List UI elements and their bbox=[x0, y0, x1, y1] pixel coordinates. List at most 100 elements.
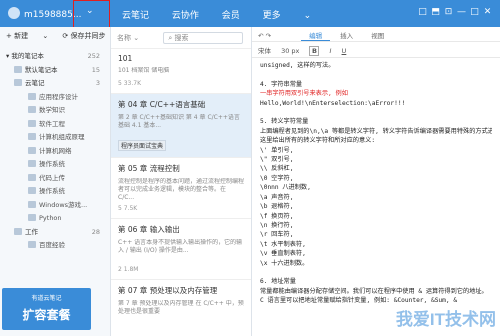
list-item[interactable]: 101 101 档案馆 储电脑 5 33.7K bbox=[111, 49, 251, 94]
tree-item[interactable]: 代码上传 bbox=[0, 172, 110, 186]
nav-membership[interactable]: 会员 bbox=[222, 8, 240, 21]
note-title: 101 bbox=[118, 54, 133, 63]
search-input[interactable]: ⌕ 搜索 bbox=[163, 32, 244, 44]
editor-content[interactable]: unsigned, 这样的写法。 4. 字符串常量一串字符用双引号来表示, 例如… bbox=[252, 58, 500, 309]
folder-icon bbox=[14, 65, 22, 73]
editor-line: 这里给出所有的转义字符和所对应的意义: bbox=[260, 137, 376, 145]
list-item[interactable]: 第 04 章 C/C++语言基础 第 2 章 C/C++基础知识 第 4 章 C… bbox=[111, 94, 251, 158]
new-button[interactable]: + 新建 ⌄ bbox=[6, 32, 48, 40]
editor-line: Hello,World!\nEnterselection:\aError!!! bbox=[260, 99, 406, 107]
undo-icon[interactable]: ↶ bbox=[258, 32, 263, 40]
editor: ↶ ↷ 编辑 插入 视图 宋体 30 px B I U unsigned, 这样… bbox=[252, 27, 500, 336]
editor-tabs: ↶ ↷ 编辑 插入 视图 bbox=[252, 27, 500, 42]
sync-button[interactable]: ⟳ 保存并同步 bbox=[62, 32, 117, 40]
editor-line: 6. 地址常量 bbox=[260, 278, 296, 286]
note-tag[interactable]: 程序员面试宝典 bbox=[118, 140, 167, 151]
note-title: 第 06 章 输入输出 bbox=[118, 225, 180, 234]
tree-item[interactable]: 数学知识 bbox=[0, 104, 110, 118]
tree-work[interactable]: 工作 28 bbox=[0, 226, 110, 240]
note-snippet: 第 7 章 预处理以及内存管理 在 C/C++ 中，预处理也是很重要 bbox=[118, 300, 244, 315]
editor-line: \\ 反斜杠, bbox=[260, 165, 294, 173]
note-snippet: C++ 语言本身不提供输入输出操作的，它的输入 / 输出 (I/O) 操作是由.… bbox=[118, 239, 243, 254]
tree-cloud-notes[interactable]: 云笔记 3 bbox=[0, 77, 110, 91]
folder-icon bbox=[14, 227, 22, 235]
folder-icon bbox=[28, 133, 36, 140]
folder-icon bbox=[28, 173, 36, 181]
folder-icon bbox=[28, 200, 36, 208]
tree-item[interactable]: Python bbox=[0, 212, 110, 226]
editor-line: \0nnn 八进制数, bbox=[260, 184, 311, 192]
font-select[interactable]: 宋体 bbox=[258, 47, 271, 55]
nav-collaboration[interactable]: 云协作 bbox=[172, 8, 199, 21]
note-snippet: 流程控制是程序的基本问题，通过流程控制编程者可以完成业务逻辑，模块的整合等。在 … bbox=[118, 178, 244, 201]
note-snippet: 第 2 章 C/C++基础知识 第 4 章 C/C++语言基础 4.1 基本..… bbox=[118, 114, 240, 129]
underline-button[interactable]: U bbox=[342, 47, 347, 55]
list-item[interactable]: 第 05 章 流程控制 流程控制是程序的基本问题，通过流程控制编程者可以完成业务… bbox=[111, 158, 251, 219]
tab-edit[interactable]: 编辑 bbox=[301, 30, 331, 41]
folder-icon bbox=[28, 146, 36, 154]
skin-icon[interactable]: □ bbox=[416, 7, 429, 17]
nav-more[interactable]: 更多 ⌄ bbox=[263, 8, 331, 21]
italic-button[interactable]: I bbox=[330, 47, 332, 55]
editor-line: \a 声音符, bbox=[260, 193, 294, 201]
folder-icon bbox=[28, 106, 36, 113]
bold-button[interactable]: B bbox=[309, 46, 320, 56]
sort-dropdown[interactable]: 名称 ⌄ bbox=[117, 34, 139, 42]
editor-line: \' 单引号, bbox=[260, 146, 294, 154]
more-chevron-icon: ⌄ bbox=[303, 11, 312, 21]
redo-icon[interactable]: ↷ bbox=[266, 32, 271, 40]
list-item[interactable]: 第 07 章 预处理以及内存管理 第 7 章 预处理以及内存管理 在 C/C++… bbox=[111, 280, 251, 330]
editor-line: \x 十六进制数。 bbox=[260, 259, 309, 267]
font-size-select[interactable]: 30 px bbox=[281, 47, 299, 55]
fullscreen-icon[interactable]: ⊡ bbox=[442, 7, 455, 17]
editor-line: 5. 转义字符常量 bbox=[260, 118, 309, 126]
folder-icon bbox=[28, 92, 36, 100]
list-item[interactable]: 第 06 章 输入输出 C++ 语言本身不提供输入输出操作的，它的输入 / 输出… bbox=[111, 219, 251, 280]
maximize-icon[interactable]: □ bbox=[468, 7, 481, 17]
tree-item[interactable]: 百度经验 bbox=[0, 239, 110, 253]
top-nav: 云笔记 云协作 会员 更多 ⌄ bbox=[122, 8, 351, 21]
promo-title: 扩容套餐 bbox=[22, 308, 71, 322]
note-title: 第 05 章 流程控制 bbox=[118, 164, 180, 173]
tab-insert[interactable]: 插入 bbox=[332, 30, 361, 40]
editor-toolbar: 宋体 30 px B I U bbox=[252, 42, 500, 58]
note-list-header: 名称 ⌄ ⌕ 搜索 bbox=[111, 27, 251, 49]
close-icon[interactable]: ✕ bbox=[481, 7, 494, 17]
editor-line: \" 双引号, bbox=[260, 156, 294, 164]
editor-line: 常量都能由编译器分配存储空间。我们可以在程序中使用 & 运算符得到它的地址。 bbox=[260, 287, 488, 295]
editor-line: \b 退格符, bbox=[260, 203, 294, 211]
tree-item[interactable]: Windows游戏... bbox=[0, 199, 110, 213]
tree-item[interactable]: 软件工程 bbox=[0, 118, 110, 132]
editor-line: \t 水平制表符, bbox=[260, 240, 306, 248]
editor-line: unsigned, 这样的写法。 bbox=[260, 62, 335, 69]
folder-icon bbox=[28, 187, 36, 194]
notebook-tree: ▾ 我的笔记本 252 默认笔记本 15 云笔记 3 应用程序设计 数学知识 软件工程… bbox=[0, 50, 110, 253]
tree-item[interactable]: 计算机网络 bbox=[0, 145, 110, 159]
window-controls: □ ⬒ ⊡ — □ ✕ bbox=[416, 7, 494, 17]
upgrade-banner[interactable]: 有道云笔记 扩容套餐 bbox=[2, 288, 91, 330]
note-meta: 5 7.5K bbox=[118, 205, 138, 212]
lock-icon[interactable]: ⬒ bbox=[429, 7, 442, 17]
note-list: 名称 ⌄ ⌕ 搜索 101 101 档案馆 储电脑 5 33.7K 第 04 章… bbox=[111, 27, 252, 336]
editor-line: 4. 字符串常量 bbox=[260, 80, 303, 88]
minimize-icon[interactable]: — bbox=[455, 7, 468, 17]
tree-item[interactable]: 计算机组成原理 bbox=[0, 131, 110, 145]
tab-view[interactable]: 视图 bbox=[363, 30, 392, 40]
tree-item[interactable]: 应用程序设计 bbox=[0, 91, 110, 105]
nav-cloud-notes[interactable]: 云笔记 bbox=[122, 8, 149, 21]
user-account[interactable]: m1598885... bbox=[8, 7, 81, 20]
tree-my-notebooks[interactable]: ▾ 我的笔记本 252 bbox=[0, 50, 110, 64]
editor-line: \r 回车符, bbox=[260, 231, 294, 239]
promo-subtitle: 有道云笔记 bbox=[31, 295, 62, 302]
sidebar-actions: + 新建 ⌄ ⟳ 保存并同步 bbox=[0, 27, 110, 45]
tree-item[interactable]: 操作系统 bbox=[0, 158, 110, 172]
folder-icon bbox=[28, 160, 36, 167]
tree-default-notebook[interactable]: 默认笔记本 15 bbox=[0, 64, 110, 78]
editor-line: 一串字符用双引号来表示, 例如 bbox=[260, 90, 348, 98]
editor-line: \f 换页符, bbox=[260, 212, 294, 220]
note-meta: 2 1.8M bbox=[118, 266, 139, 273]
tree-item[interactable]: 操作系统 bbox=[0, 185, 110, 199]
